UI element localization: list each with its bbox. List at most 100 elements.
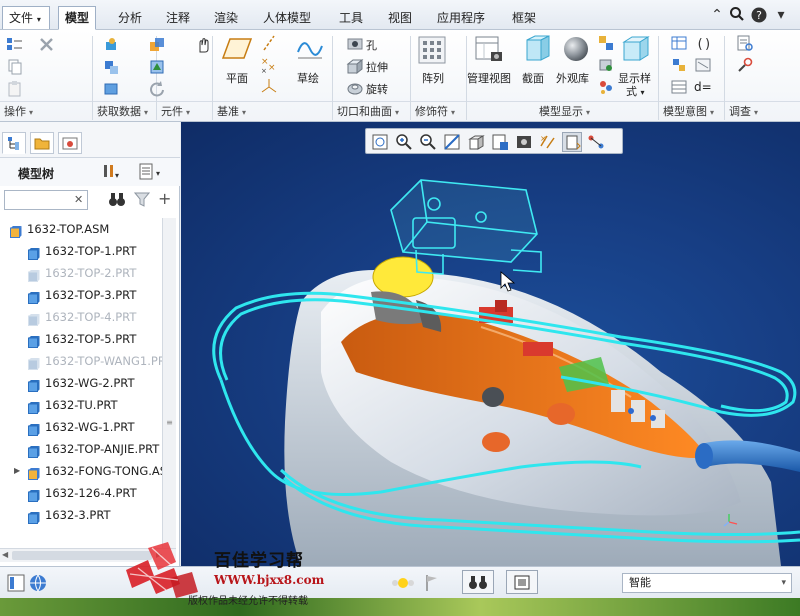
delete-icon[interactable]	[38, 36, 56, 54]
add-column-icon[interactable]: +	[158, 190, 174, 210]
tree-part-item[interactable]: 1632-WG-2.PRT	[0, 372, 176, 394]
view-manager-icon[interactable]	[514, 132, 534, 152]
message-indicator-icon[interactable]	[388, 575, 418, 591]
group-label-model-intent[interactable]: 模型意图 ▾	[659, 101, 724, 121]
tab-tools[interactable]: 工具	[333, 7, 369, 30]
parameters-icon[interactable]	[670, 56, 688, 74]
display-style-label-2[interactable]: 式 ▾	[626, 83, 645, 99]
tree-part-item[interactable]: 1632-126-4.PRT	[0, 482, 176, 504]
switch-dimensions-icon[interactable]	[694, 56, 712, 74]
spin-center-icon[interactable]	[586, 132, 606, 152]
tree-part-item[interactable]: 1632-TU.PRT	[0, 394, 176, 416]
datum-display-icon[interactable]: ×	[538, 132, 558, 152]
perspective-icon[interactable]	[597, 78, 615, 96]
collapse-ribbon-icon[interactable]: ⌃	[708, 6, 726, 24]
paste-icon[interactable]	[6, 80, 24, 98]
saved-orientations-icon[interactable]	[490, 132, 510, 152]
zoom-out-icon[interactable]	[418, 132, 438, 152]
extrude-icon[interactable]	[346, 57, 364, 75]
tree-part-item[interactable]: 1632-TOP-2.PRT	[0, 262, 176, 284]
clear-search-icon[interactable]: ✕	[74, 190, 88, 210]
user-defined-feature-icon[interactable]	[102, 36, 120, 54]
saved-views-icon[interactable]	[597, 56, 615, 74]
tree-part-item[interactable]: 1632-TOP-1.PRT	[0, 240, 176, 262]
tree-assembly-item[interactable]: 1632-TOP.ASM	[0, 218, 176, 240]
expand-arrow-icon[interactable]: ▶	[14, 460, 20, 482]
tab-annotate[interactable]: 注释	[160, 7, 196, 30]
selection-filter-dropdown[interactable]: 智能 ▾	[622, 573, 792, 593]
show-browser-icon[interactable]	[28, 573, 48, 593]
search-icon[interactable]	[728, 6, 746, 24]
tab-file[interactable]: 文件 ▾	[2, 6, 50, 29]
assemble-icon[interactable]	[148, 36, 166, 54]
tree-assembly-item[interactable]: ▶ 1632-FONG-TONG.ASM	[0, 460, 176, 482]
appearance-gallery-icon[interactable]	[561, 34, 591, 67]
tab-view[interactable]: 视图	[382, 7, 418, 30]
tab-render[interactable]: 渲染	[208, 7, 244, 30]
section-icon[interactable]	[521, 34, 551, 67]
plane-label[interactable]: 平面	[226, 70, 248, 86]
group-label-modifiers[interactable]: 修饰符 ▾	[411, 101, 466, 121]
display-mode-icon[interactable]	[597, 34, 615, 52]
axis-icon[interactable]	[260, 34, 278, 52]
appearance-gallery-label[interactable]: 外观库	[556, 70, 589, 86]
sketch-label[interactable]: 草绘	[297, 70, 319, 86]
show-navigator-icon[interactable]	[6, 573, 26, 593]
tree-part-item[interactable]: 1632-TOP-5.PRT	[0, 328, 176, 350]
point-icon[interactable]: × × ×	[260, 56, 278, 75]
tab-applications[interactable]: 应用程序	[431, 7, 491, 30]
filter-icon[interactable]	[133, 190, 151, 210]
find-button[interactable]	[462, 570, 494, 594]
display-style-icon[interactable]	[620, 34, 650, 67]
pattern-label[interactable]: 阵列	[422, 70, 444, 86]
graphics-viewport[interactable]: ×	[181, 122, 800, 566]
reference-viewer-icon[interactable]	[736, 34, 754, 52]
binoculars-icon[interactable]	[108, 190, 126, 210]
annotation-display-icon[interactable]	[562, 132, 582, 152]
find-icon[interactable]	[736, 56, 754, 74]
tab-analysis[interactable]: 分析	[112, 7, 148, 30]
tree-settings-icon[interactable]: ▾	[102, 162, 124, 182]
tree-part-item[interactable]: 1632-TOP-4.PRT	[0, 306, 176, 328]
table-icon[interactable]	[670, 78, 688, 96]
group-label-get-data[interactable]: 获取数据 ▾	[93, 101, 156, 121]
tree-part-item[interactable]: 1632-TOP-WANG1.PRT	[0, 350, 176, 372]
group-label-component[interactable]: 元件 ▾	[157, 101, 212, 121]
tree-part-item[interactable]: 1632-TOP-ANJIE.PRT	[0, 438, 176, 460]
pattern-icon[interactable]	[418, 36, 446, 67]
help-icon[interactable]: ?	[750, 6, 768, 24]
tree-vertical-scrollbar[interactable]: ≡	[162, 218, 176, 548]
manage-views-icon[interactable]	[474, 34, 504, 67]
tree-part-item[interactable]: 1632-3.PRT	[0, 504, 176, 526]
shrinkwrap-icon[interactable]	[102, 80, 120, 98]
repaint-icon[interactable]	[442, 132, 462, 152]
group-label-investigate[interactable]: 调查 ▾	[725, 101, 800, 121]
group-label-datum[interactable]: 基准 ▾	[213, 101, 332, 121]
revolve-icon[interactable]	[346, 79, 364, 97]
display-style-view-icon[interactable]	[466, 132, 486, 152]
hole-icon[interactable]	[346, 35, 364, 53]
extrude-label[interactable]: 拉伸	[366, 59, 388, 75]
group-label-cut-surface[interactable]: 切口和曲面 ▾	[333, 101, 410, 121]
drag-components-icon[interactable]	[194, 36, 212, 54]
copy-icon[interactable]	[6, 58, 24, 76]
group-label-model-display[interactable]: 模型显示 ▾	[467, 101, 658, 121]
tree-show-icon[interactable]: ▾	[138, 162, 168, 182]
refit-icon[interactable]	[370, 132, 390, 152]
copy-geometry-icon[interactable]	[102, 58, 120, 76]
relations-icon[interactable]: ()	[694, 34, 712, 52]
tab-favorites[interactable]	[58, 132, 82, 154]
sketch-icon[interactable]	[296, 36, 324, 65]
tab-model-tree[interactable]	[2, 132, 26, 154]
tab-manikin[interactable]: 人体模型	[257, 7, 317, 30]
plane-icon[interactable]	[221, 36, 253, 65]
tree-part-item[interactable]: 1632-WG-1.PRT	[0, 416, 176, 438]
zoom-in-icon[interactable]	[394, 132, 414, 152]
tab-folder-browser[interactable]	[30, 132, 54, 154]
select-in-graphics-button[interactable]	[506, 570, 538, 594]
revolve-label[interactable]: 旋转	[366, 81, 388, 97]
flag-icon[interactable]	[424, 573, 440, 593]
repeat-icon[interactable]	[148, 80, 166, 98]
hole-label[interactable]: 孔	[366, 37, 377, 53]
section-label[interactable]: 截面	[522, 70, 544, 86]
